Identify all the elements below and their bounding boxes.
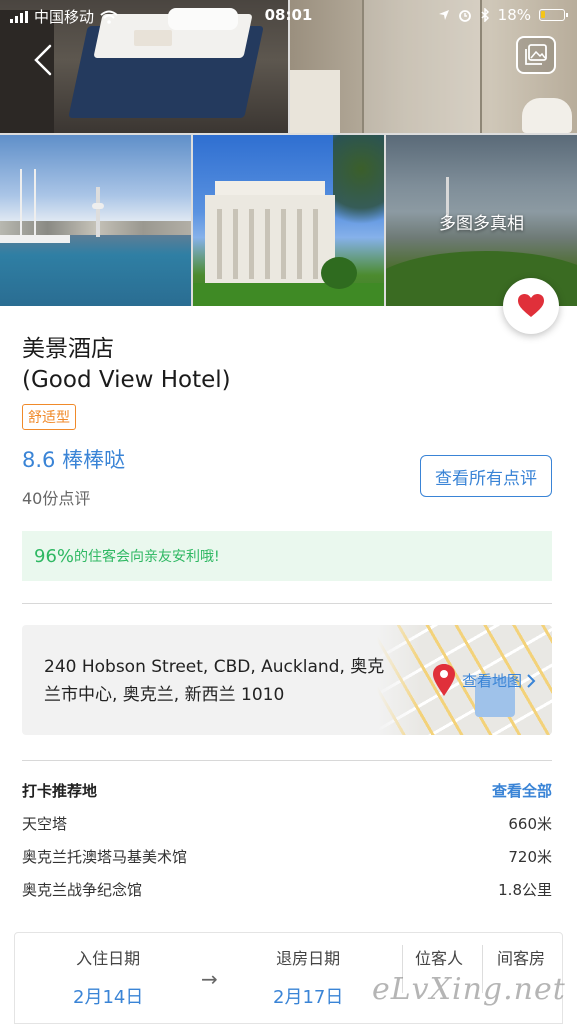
address-card[interactable]: 240 Hobson Street, CBD, Auckland, 奥克兰市中心… — [22, 625, 552, 735]
checkin-selector[interactable]: 入住日期 2月14日 — [73, 945, 143, 1009]
museum-photo[interactable] — [193, 135, 384, 306]
photos-icon — [525, 44, 547, 65]
city-photo[interactable]: 多图多真相 — [386, 135, 577, 306]
gallery-overlay-label: 多图多真相 — [439, 214, 524, 234]
address-text: 240 Hobson Street, CBD, Auckland, 奥克兰市中心… — [44, 657, 385, 705]
divider — [22, 760, 552, 761]
lawn — [193, 283, 384, 306]
alarm-icon — [458, 10, 471, 22]
recommend-text: 的住客会向亲友安利哦! — [74, 549, 220, 565]
harbor-photo[interactable] — [0, 135, 191, 306]
checkout-label: 退房日期 — [276, 949, 341, 968]
toilet — [522, 98, 572, 133]
location-icon — [438, 10, 449, 20]
tree — [333, 135, 384, 235]
review-count: 40份点评 — [22, 489, 91, 508]
rooms-selector[interactable]: 间客房 — [497, 945, 545, 969]
boat-mast — [34, 169, 36, 239]
recommend-percent: 96% — [34, 545, 75, 567]
museum-column — [233, 209, 238, 279]
towel — [134, 30, 172, 46]
poi-name: 天空塔 — [22, 815, 68, 833]
favorite-button[interactable] — [503, 278, 559, 334]
vanity — [290, 70, 340, 133]
status-bar: 中国移动 08:01 18% — [0, 0, 577, 30]
poi-distance: 660米 — [508, 815, 552, 833]
poi-distance: 720米 — [508, 848, 552, 866]
boat-mast — [20, 169, 22, 239]
guests-selector[interactable]: 位客人 — [415, 945, 463, 969]
poi-item[interactable]: 天空塔 660米 — [22, 813, 552, 834]
poi-name: 奥克兰托澳塔马基美术馆 — [22, 848, 188, 866]
bluetooth-icon — [481, 8, 489, 22]
checkout-date: 2月17日 — [273, 987, 344, 1008]
chevron-right-icon — [527, 673, 536, 688]
chevron-left-icon — [34, 44, 52, 76]
watermark: eLvXing.net — [372, 972, 566, 1007]
museum-column — [297, 209, 302, 279]
rating-score: 8.6 棒棒哒 — [22, 448, 126, 472]
poi-item[interactable]: 奥克兰托澳塔马基美术馆 720米 — [22, 846, 552, 867]
photo-gallery[interactable]: 多图多真相 — [0, 0, 577, 306]
museum-column — [281, 209, 286, 279]
boat — [0, 235, 70, 243]
poi-view-all-link[interactable]: 查看全部 — [492, 780, 552, 801]
checkout-selector[interactable]: 退房日期 2月17日 — [273, 945, 343, 1009]
map-pin-icon — [433, 664, 455, 696]
poi-distance: 1.8公里 — [498, 881, 552, 899]
back-button[interactable] — [28, 42, 60, 78]
arrow-right-icon: → — [201, 967, 218, 991]
hotel-name: 美景酒店 (Good View Hotel) — [22, 334, 231, 396]
divider — [22, 603, 552, 604]
hotel-name-en: (Good View Hotel) — [22, 367, 231, 393]
tree — [321, 257, 357, 289]
checkin-label: 入住日期 — [76, 949, 141, 968]
guests-label: 位客人 — [415, 949, 464, 968]
recommend-banner: 96% 的住客会向亲友安利哦! — [22, 531, 552, 581]
poi-section-title: 打卡推荐地 — [22, 782, 98, 800]
poi-name: 奥克兰战争纪念馆 — [22, 881, 143, 899]
museum-column — [249, 209, 254, 279]
poi-item[interactable]: 奥克兰战争纪念馆 1.8公里 — [22, 879, 552, 900]
battery-percent: 18% — [497, 6, 531, 24]
museum-column — [217, 209, 222, 279]
view-all-reviews-button[interactable]: 查看所有点评 — [420, 455, 552, 497]
sky-tower-pod — [92, 203, 104, 209]
checkin-date: 2月14日 — [73, 987, 144, 1008]
hotel-type-badge: 舒适型 — [22, 404, 76, 430]
rooms-label: 间客房 — [497, 949, 546, 968]
museum-column — [265, 209, 270, 279]
hotel-name-cn: 美景酒店 — [22, 336, 114, 362]
view-map-label: 查看地图 — [462, 672, 523, 690]
museum-column — [313, 209, 318, 279]
view-map-link[interactable]: 查看地图 — [462, 670, 536, 691]
sky-tower — [96, 187, 100, 237]
gallery-button[interactable] — [516, 36, 556, 74]
battery-icon — [539, 9, 568, 21]
heart-icon — [518, 294, 544, 317]
